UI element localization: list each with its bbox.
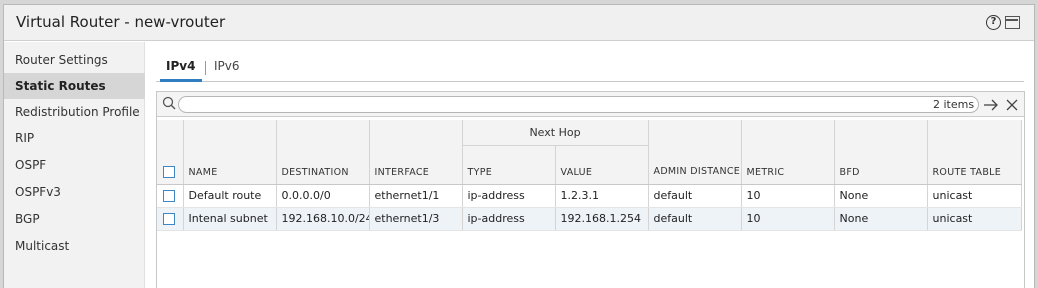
- column-header-type[interactable]: TYPE: [462, 145, 556, 185]
- dialog-title: Virtual Router - new-vrouter: [16, 13, 226, 31]
- help-icon[interactable]: ?: [986, 15, 1001, 30]
- sidebar-item-router-settings[interactable]: Router Settings: [4, 47, 145, 73]
- cell-interface: ethernet1/3: [369, 207, 463, 231]
- column-header-interface[interactable]: INTERFACE: [369, 120, 463, 185]
- sidebar-item-static-routes[interactable]: Static Routes: [4, 73, 145, 99]
- cell-metric: 10: [741, 207, 835, 231]
- row-checkbox[interactable]: [163, 190, 175, 202]
- column-header-route-table[interactable]: ROUTE TABLE: [927, 120, 1022, 185]
- cell-route-table: unicast: [927, 207, 1022, 231]
- sidebar-item-rip[interactable]: RIP: [4, 125, 145, 151]
- cell-metric: 10: [741, 184, 835, 208]
- cell-next-hop-value: 1.2.3.1: [555, 184, 649, 208]
- clear-filter-close-icon[interactable]: [1005, 98, 1019, 112]
- sidebar-item-ospf[interactable]: OSPF: [4, 152, 145, 178]
- sidebar: Router Settings Static Routes Redistribu…: [4, 42, 145, 288]
- route-name-link[interactable]: Intenal subnet: [183, 207, 277, 231]
- cell-next-hop-value: 192.168.1.254: [555, 207, 649, 231]
- tab-ipv6[interactable]: IPv6: [214, 59, 240, 73]
- filter-input[interactable]: [178, 96, 979, 113]
- select-all-header: [157, 120, 184, 185]
- sidebar-item-multicast[interactable]: Multicast: [4, 233, 145, 259]
- search-icon: [162, 96, 176, 110]
- cell-bfd: None: [834, 184, 928, 208]
- table-row[interactable]: Intenal subnet 192.168.10.0/24 ethernet1…: [157, 207, 1022, 231]
- tab-divider: [205, 61, 206, 75]
- item-count: 2 items: [933, 98, 975, 111]
- table-row[interactable]: Default route 0.0.0.0/0 ethernet1/1 ip-a…: [157, 184, 1022, 208]
- cell-next-hop-type: ip-address: [462, 207, 556, 231]
- sidebar-item-redistribution-profile[interactable]: Redistribution Profile: [4, 99, 145, 125]
- cell-destination: 192.168.10.0/24: [276, 207, 370, 231]
- column-header-destination[interactable]: DESTINATION: [276, 120, 370, 185]
- virtual-router-dialog: Virtual Router - new-vrouter ? Router Se…: [3, 4, 1035, 288]
- cell-bfd: None: [834, 207, 928, 231]
- maximize-icon[interactable]: [1005, 16, 1020, 29]
- column-header-admin-distance[interactable]: ADMIN DISTANCE: [648, 120, 742, 185]
- apply-filter-arrow-icon[interactable]: [983, 98, 999, 112]
- column-header-value[interactable]: VALUE: [555, 145, 649, 185]
- row-select-cell: [157, 207, 184, 231]
- filter-bar: 2 items: [157, 92, 1024, 117]
- column-header-name[interactable]: NAME: [183, 120, 277, 185]
- tab-ipv4[interactable]: IPv4: [166, 59, 195, 73]
- column-header-bfd[interactable]: BFD: [834, 120, 928, 185]
- cell-admin-distance: default: [648, 184, 742, 208]
- row-select-cell: [157, 184, 184, 208]
- column-group-next-hop: Next Hop: [462, 120, 649, 146]
- sidebar-item-bgp[interactable]: BGP: [4, 206, 145, 232]
- row-checkbox[interactable]: [163, 213, 175, 225]
- active-tab-indicator: [160, 79, 202, 82]
- title-bar: Virtual Router - new-vrouter ?: [4, 5, 1034, 41]
- cell-destination: 0.0.0.0/0: [276, 184, 370, 208]
- sidebar-item-ospfv3[interactable]: OSPFv3: [4, 179, 145, 205]
- static-routes-table: NAME DESTINATION INTERFACE Next Hop ADMI…: [157, 120, 1022, 231]
- static-routes-panel: 2 items NAME DESTINATION INTERFACE Next …: [156, 91, 1025, 288]
- cell-admin-distance: default: [648, 207, 742, 231]
- cell-next-hop-type: ip-address: [462, 184, 556, 208]
- column-header-metric[interactable]: METRIC: [741, 120, 835, 185]
- cell-interface: ethernet1/1: [369, 184, 463, 208]
- select-all-checkbox[interactable]: [163, 165, 175, 178]
- route-name-link[interactable]: Default route: [183, 184, 277, 208]
- ip-version-tabs: IPv4 IPv6: [156, 55, 1024, 82]
- cell-route-table: unicast: [927, 184, 1022, 208]
